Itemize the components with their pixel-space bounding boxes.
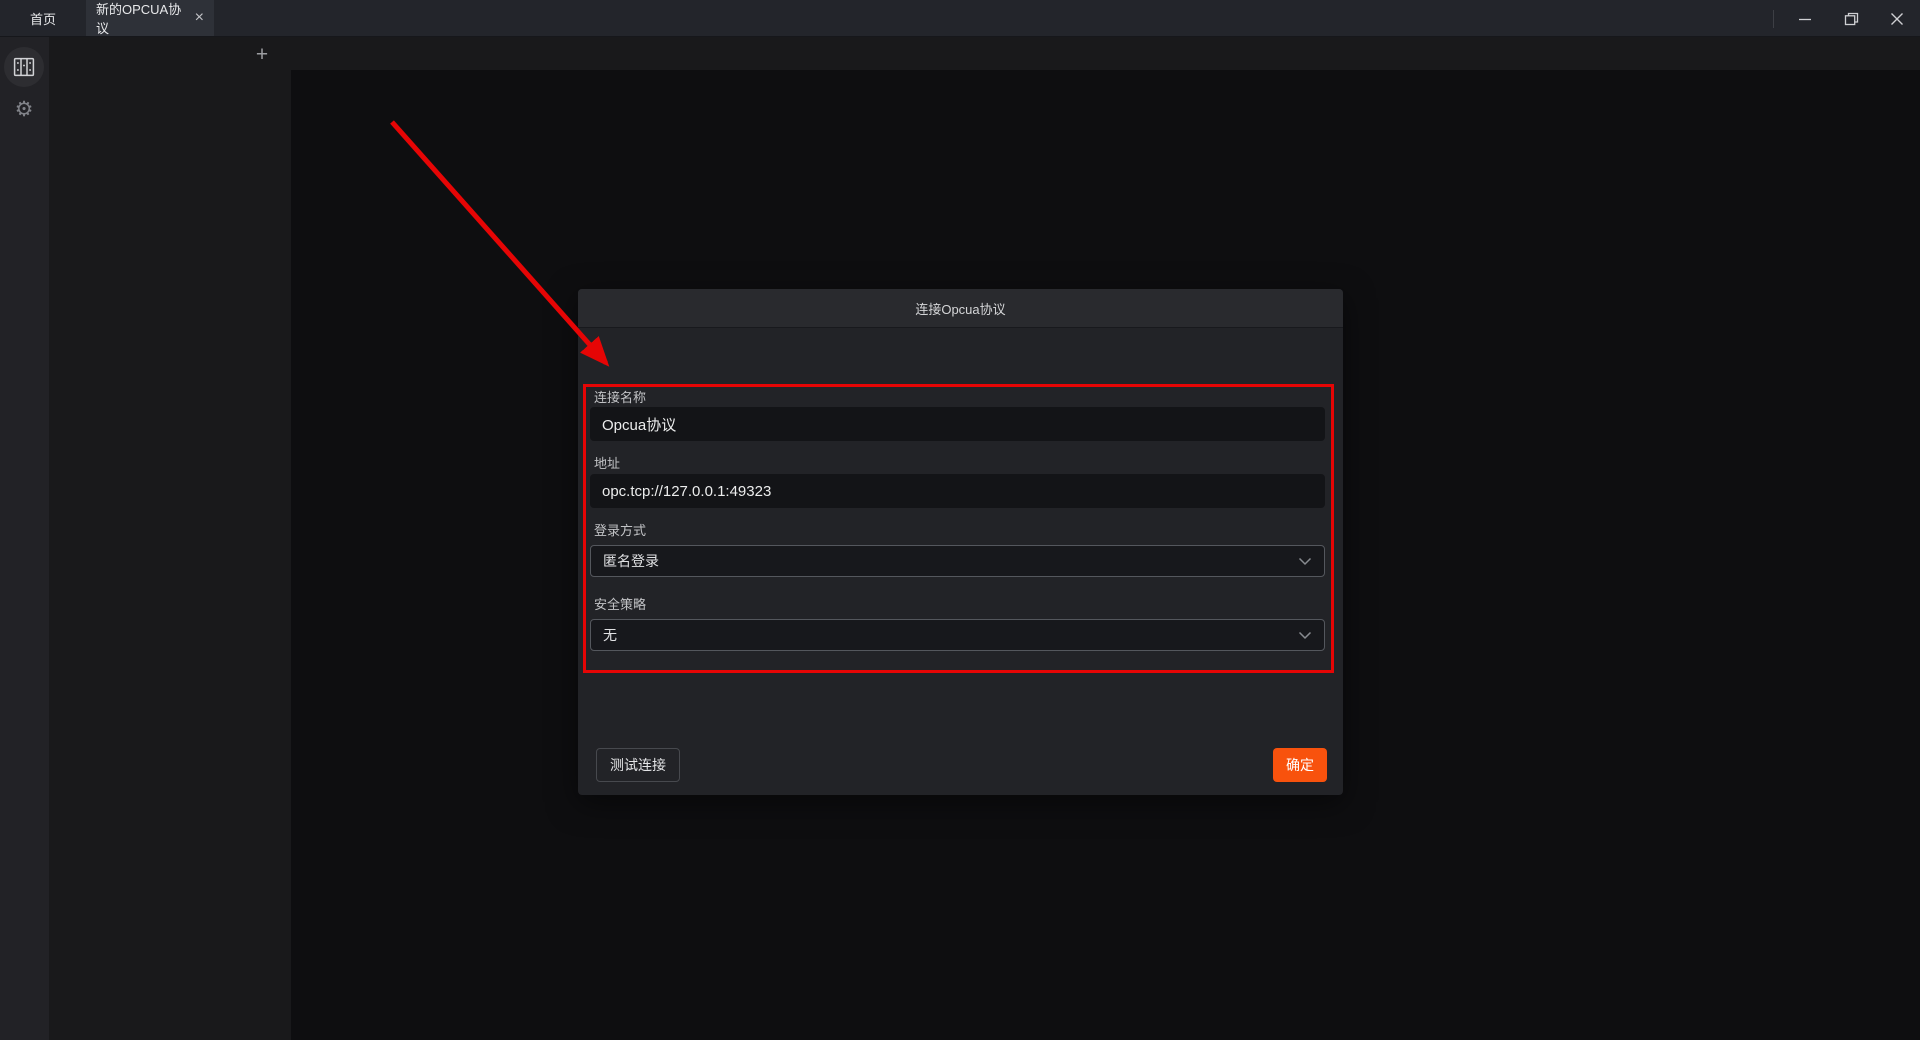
minimize-button[interactable] <box>1782 0 1828 37</box>
ok-button[interactable]: 确定 <box>1273 748 1327 782</box>
window-controls-divider <box>1773 9 1774 28</box>
app-window: 首页 新的OPCUA协议 × ⚙ + 连接Opcua协议 连接名称 Opcua协… <box>0 0 1920 1040</box>
test-connection-button[interactable]: 测试连接 <box>596 748 680 782</box>
connection-list-panel <box>49 70 291 1040</box>
sidebar-item-settings[interactable]: ⚙ <box>4 89 44 129</box>
ok-label: 确定 <box>1286 757 1314 773</box>
close-icon <box>1891 12 1903 25</box>
security-policy-value: 无 <box>603 627 617 643</box>
connection-name-label: 连接名称 <box>594 390 647 405</box>
add-connection-button[interactable]: + <box>250 42 274 66</box>
tab-opcua-label: 新的OPCUA协议 <box>96 2 182 36</box>
address-input[interactable] <box>590 474 1325 508</box>
settings-icon: ⚙ <box>14 97 34 121</box>
connection-name-input[interactable] <box>590 407 1325 441</box>
maximize-button[interactable] <box>1828 0 1874 37</box>
login-method-value: 匿名登录 <box>603 553 659 569</box>
login-method-select[interactable]: 匿名登录 <box>590 545 1325 577</box>
maximize-icon <box>1844 12 1858 25</box>
security-policy-label: 安全策略 <box>594 597 647 612</box>
dialog-title: 连接Opcua协议 <box>915 301 1006 317</box>
tab-home-label: 首页 <box>29 11 56 27</box>
devices-icon <box>13 57 35 77</box>
security-policy-select[interactable]: 无 <box>590 619 1325 651</box>
connect-opcua-dialog: 连接Opcua协议 连接名称 地址 登录方式 匿名登录 安全策略 无 测试连接 … <box>578 289 1343 795</box>
chevron-down-icon <box>1298 557 1312 565</box>
sidebar-rail: ⚙ <box>0 37 49 1040</box>
address-label: 地址 <box>594 456 621 471</box>
dialog-header: 连接Opcua协议 <box>578 289 1343 328</box>
plus-icon: + <box>255 42 269 66</box>
test-connection-label: 测试连接 <box>610 757 666 773</box>
titlebar: 首页 新的OPCUA协议 × <box>0 0 1920 37</box>
chevron-down-icon <box>1298 631 1312 639</box>
window-controls <box>1773 0 1920 37</box>
tab-close-icon[interactable]: × <box>195 10 204 26</box>
sidebar-item-devices[interactable] <box>4 47 44 87</box>
login-method-label: 登录方式 <box>594 523 647 538</box>
tab-home[interactable]: 首页 <box>0 0 86 36</box>
minimize-icon <box>1799 18 1811 20</box>
toolbar-strip <box>49 37 1920 70</box>
tab-opcua[interactable]: 新的OPCUA协议 × <box>86 0 214 36</box>
close-button[interactable] <box>1874 0 1920 37</box>
